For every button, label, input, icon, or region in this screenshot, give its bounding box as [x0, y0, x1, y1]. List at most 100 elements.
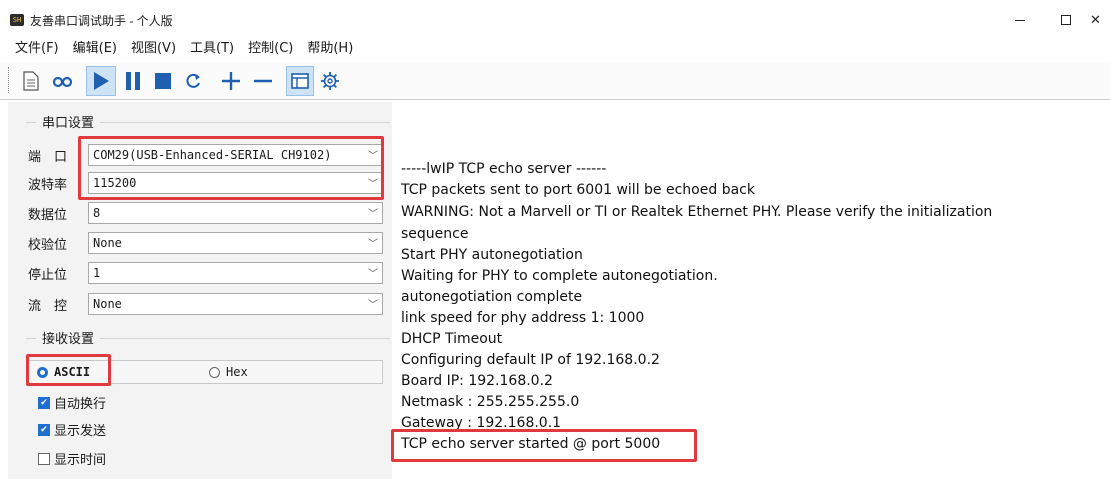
databits-row: 数据位 [28, 202, 88, 224]
menu-tools[interactable]: 工具(T) [190, 40, 234, 62]
window-icon [291, 73, 309, 89]
parity-row: 校验位 [28, 232, 88, 254]
receive-line: Start PHY autonegotiation [401, 247, 583, 263]
receive-line: Netmask : 255.255.255.0 [401, 394, 580, 410]
parity-label: 校验位 [28, 236, 68, 252]
stop-icon [155, 73, 171, 89]
receive-text-area[interactable]: -----lwIP TCP echo server ------ TCP pac… [392, 102, 1110, 479]
radio-unselected-icon [209, 366, 220, 378]
receive-line: DHCP Timeout [401, 331, 503, 347]
chevron-down-icon: ﹀ [368, 239, 378, 250]
new-file-button[interactable] [20, 66, 42, 96]
auto-newline-checkbox[interactable]: ✔ 自动换行 [38, 393, 106, 412]
add-button[interactable] [218, 66, 244, 96]
port-row: 端 口 [28, 144, 88, 166]
baud-value: 115200 [93, 176, 137, 190]
show-time-label: 显示时间 [54, 452, 107, 467]
ascii-label: ASCII [54, 365, 91, 379]
chevron-down-icon: ﹀ [368, 209, 378, 220]
receive-line: TCP echo server started @ port 5000 [401, 436, 661, 452]
maximize-icon [1061, 15, 1071, 25]
port-label: 端 口 [28, 148, 68, 164]
show-send-label: 显示发送 [54, 423, 107, 438]
checkbox-checked-icon: ✔ [38, 396, 50, 409]
refresh-icon [186, 73, 200, 88]
toolbar-grip[interactable] [8, 67, 10, 93]
hex-label: Hex [226, 365, 248, 379]
stopbits-row: 停止位 [28, 262, 88, 284]
minimize-icon [1015, 19, 1025, 21]
menu-bar: 文件(F) 编辑(E) 视图(V) 工具(T) 控制(C) 帮助(H) [0, 40, 367, 62]
stopbits-select[interactable]: 1 ﹀ [88, 262, 383, 284]
refresh-button[interactable] [180, 66, 206, 96]
show-time-checkbox[interactable]: 显示时间 [38, 449, 106, 468]
menu-file[interactable]: 文件(F) [15, 40, 59, 62]
plus-icon [222, 72, 240, 90]
baud-select[interactable]: 115200 ﹀ [88, 172, 383, 194]
radio-selected-icon [37, 366, 48, 378]
databits-value: 8 [93, 206, 101, 220]
port-value: COM29(USB-Enhanced-SERIAL CH9102) [93, 148, 332, 162]
receive-line: Board IP: 192.168.0.2 [401, 373, 553, 389]
window-mode-button[interactable] [286, 66, 314, 96]
stop-button[interactable] [150, 66, 176, 96]
loop-button[interactable] [50, 66, 76, 96]
ascii-radio[interactable]: ASCII [37, 365, 90, 379]
chevron-down-icon: ﹀ [368, 179, 378, 190]
menu-view[interactable]: 视图(V) [131, 40, 176, 62]
loop-icon [52, 76, 73, 88]
chevron-down-icon: ﹀ [368, 151, 378, 162]
receive-line: Gateway : 192.168.0.1 [401, 415, 562, 431]
settings-button[interactable] [318, 66, 342, 96]
parity-value: None [93, 236, 122, 250]
gear-icon [321, 72, 339, 90]
receive-line: sequence [401, 226, 469, 242]
start-button[interactable] [86, 66, 116, 96]
baud-row: 波特率 [28, 172, 88, 194]
menu-control[interactable]: 控制(C) [248, 40, 293, 62]
app-icon: SH [10, 14, 24, 26]
port-select[interactable]: COM29(USB-Enhanced-SERIAL CH9102) ﹀ [88, 144, 383, 166]
stopbits-label: 停止位 [28, 266, 68, 282]
chevron-down-icon: ﹀ [368, 269, 378, 280]
remove-button[interactable] [250, 66, 276, 96]
flow-label: 流 控 [28, 297, 68, 313]
receive-line: WARNING: Not a Marvell or TI or Realtek … [401, 204, 993, 220]
play-icon [94, 72, 109, 90]
receive-line: link speed for phy address 1: 1000 [401, 310, 645, 326]
flow-value: None [93, 297, 122, 311]
checkbox-checked-icon: ✔ [38, 423, 50, 436]
document-icon [23, 71, 39, 91]
serial-settings-title: 串口设置 [36, 112, 101, 131]
parity-select[interactable]: None ﹀ [88, 232, 383, 254]
checkbox-unchecked-icon [38, 452, 50, 465]
encoding-radio-group: ASCII Hex [28, 360, 383, 384]
minimize-button[interactable] [1000, 8, 1040, 32]
auto-newline-label: 自动换行 [54, 396, 107, 411]
receive-line: Waiting for PHY to complete autonegotiat… [401, 268, 718, 284]
receive-line: -----lwIP TCP echo server ------ [401, 161, 607, 177]
baud-label: 波特率 [28, 176, 68, 192]
flow-row: 流 控 [28, 293, 88, 315]
close-icon: ✕ [1090, 12, 1101, 27]
receive-line: Configuring default IP of 192.168.0.2 [401, 352, 660, 368]
pause-button[interactable] [120, 66, 146, 96]
hex-radio[interactable]: Hex [209, 365, 248, 379]
databits-select[interactable]: 8 ﹀ [88, 202, 383, 224]
receive-line: autonegotiation complete [401, 289, 583, 305]
minus-icon [254, 79, 272, 83]
menu-edit[interactable]: 编辑(E) [73, 40, 117, 62]
flow-select[interactable]: None ﹀ [88, 293, 383, 315]
settings-panel: 串口设置 端 口 COM29(USB-Enhanced-SERIAL CH910… [8, 102, 392, 479]
menu-help[interactable]: 帮助(H) [307, 40, 353, 62]
window-title: 友善串口调试助手 - 个人版 [30, 14, 173, 28]
close-button[interactable]: ✕ [1090, 8, 1110, 32]
title-bar: SH 友善串口调试助手 - 个人版 ✕ [0, 0, 1110, 40]
maximize-button[interactable] [1046, 8, 1086, 32]
stopbits-value: 1 [93, 266, 101, 280]
databits-label: 数据位 [28, 206, 68, 222]
receive-line: TCP packets sent to port 6001 will be ec… [401, 182, 755, 198]
pause-icon [126, 72, 140, 90]
show-send-checkbox[interactable]: ✔ 显示发送 [38, 420, 106, 439]
chevron-down-icon: ﹀ [368, 300, 378, 311]
